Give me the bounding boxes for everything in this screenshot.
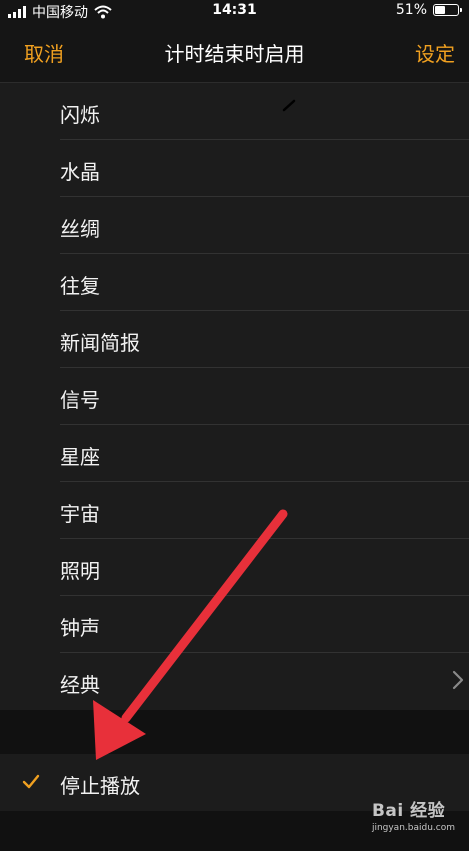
list-item-label: 经典 [60, 673, 100, 697]
list-item-label: 宇宙 [60, 502, 100, 526]
list-item-label: 信号 [60, 388, 100, 412]
stop-playing-label: 停止播放 [60, 774, 140, 798]
checkmark-icon [22, 774, 40, 789]
list-item[interactable]: 新闻简报 [0, 311, 469, 368]
status-bar: 中国移动 14:31 51% [0, 0, 469, 22]
list-item[interactable]: 水晶 [0, 140, 469, 197]
baidu-watermark: Bai 经验 jingyan.baidu.com [372, 796, 455, 833]
set-button[interactable]: 设定 [415, 38, 455, 67]
list-item-label: 钟声 [60, 616, 100, 640]
watermark-sub: jingyan.baidu.com [371, 823, 455, 833]
list-item[interactable]: 照明 [0, 539, 469, 596]
list-item-label: 水晶 [60, 160, 100, 184]
list-item[interactable]: 闪烁 [0, 83, 469, 140]
list-item-label: 新闻简报 [60, 331, 140, 355]
battery-icon [433, 4, 462, 16]
chevron-right-icon [452, 670, 464, 690]
list-item[interactable]: 钟声 [0, 596, 469, 653]
list-item-label: 闪烁 [60, 103, 100, 127]
list-item[interactable]: 信号 [0, 368, 469, 425]
list-item[interactable]: 往复 [0, 254, 469, 311]
status-right: 51% [395, 2, 462, 18]
section-gap [0, 710, 469, 754]
list-item[interactable]: 星座 [0, 425, 469, 482]
list-item[interactable]: 宇宙 [0, 482, 469, 539]
list-item[interactable]: 丝绸 [0, 197, 469, 254]
page-title: 计时结束时启用 [164, 42, 305, 66]
list-item-label: 照明 [60, 559, 100, 583]
list-item-label: 往复 [60, 274, 100, 298]
list-item-label: 星座 [60, 445, 100, 469]
list-item-classic[interactable]: 经典 [0, 653, 469, 710]
battery-percent: 51% [395, 2, 427, 18]
navigation-bar: 取消 计时结束时启用 设定 [0, 22, 469, 83]
sound-list: 闪烁 水晶 丝绸 往复 新闻简报 信号 星座 宇宙 照明 钟声 经典 [0, 83, 469, 710]
watermark-main: Bai 经验 [371, 801, 446, 821]
battery-fill [435, 6, 446, 14]
list-item-label: 丝绸 [60, 217, 100, 241]
